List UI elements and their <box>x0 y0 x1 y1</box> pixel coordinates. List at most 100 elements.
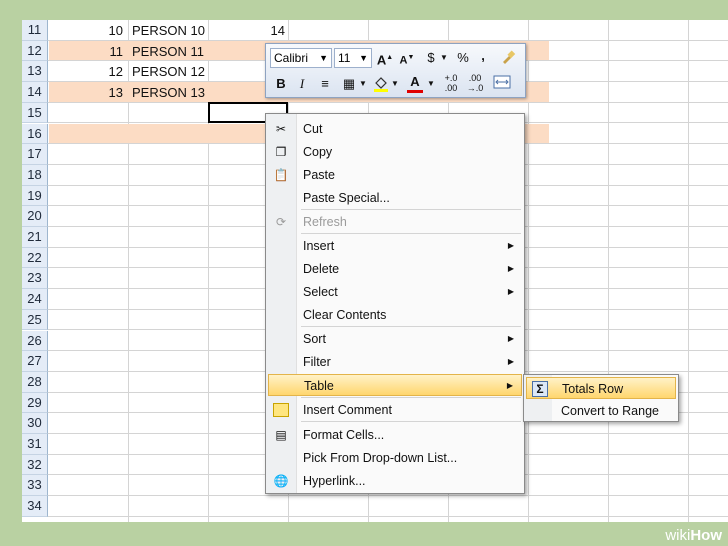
decrease-decimal-icon[interactable]: .00 →.0 <box>464 73 486 93</box>
row-header[interactable]: 18 <box>22 164 48 186</box>
font-size-dropdown[interactable]: 11 ▼ <box>334 48 372 68</box>
menu-item-select[interactable]: Select ▶ <box>268 281 522 303</box>
menu-item-clear-contents[interactable]: Clear Contents <box>268 304 522 326</box>
row-header[interactable]: 33 <box>22 475 48 497</box>
increase-decimal-icon[interactable]: +.0.00 <box>440 73 462 93</box>
brand-how: How <box>690 527 722 544</box>
chevron-down-icon[interactable]: ▼ <box>358 75 368 93</box>
fill-color-icon[interactable] <box>372 75 390 98</box>
menu-item-label: Insert <box>303 239 335 253</box>
menu-item-refresh: ⟳ Refresh <box>268 211 522 233</box>
menu-item-label: Select <box>303 285 338 299</box>
menu-item-label: Totals Row <box>562 382 624 396</box>
menu-item-pick-list[interactable]: Pick From Drop-down List... <box>268 447 522 469</box>
cell-b[interactable]: PERSON 13 <box>132 82 224 103</box>
row-header[interactable]: 27 <box>22 351 48 372</box>
percent-button[interactable]: % <box>454 49 472 67</box>
menu-item-table[interactable]: Table ▶ <box>268 374 522 396</box>
row-header[interactable]: 17 <box>22 144 48 165</box>
chevron-down-icon[interactable]: ▼ <box>438 49 450 67</box>
row-header[interactable]: 19 <box>22 185 48 207</box>
submenu-arrow-icon: ▶ <box>506 381 513 390</box>
cell-b[interactable]: PERSON 11 <box>132 41 224 62</box>
menu-item-insert[interactable]: Insert ▶ <box>268 235 522 257</box>
bold-button[interactable]: B <box>272 75 290 93</box>
menu-item-label: Convert to Range <box>561 404 659 418</box>
chevron-down-icon[interactable]: ▼ <box>426 75 436 93</box>
row-header[interactable]: 23 <box>22 268 48 290</box>
row-header[interactable]: 20 <box>22 206 48 227</box>
grow-font-icon[interactable]: A▲ <box>376 49 394 69</box>
menu-item-paste[interactable]: 📋 Paste <box>268 164 522 186</box>
cell-a[interactable]: 10 <box>48 20 123 41</box>
row-header[interactable]: 11 <box>22 20 48 41</box>
row-header[interactable]: 12 <box>22 40 48 62</box>
chevron-down-icon: ▼ <box>319 53 328 63</box>
row-header[interactable]: 31 <box>22 434 48 455</box>
menu-item-cut[interactable]: ✂ Cut <box>268 118 522 140</box>
submenu-arrow-icon: ▶ <box>507 241 514 250</box>
cell-c[interactable]: 14 <box>208 20 285 41</box>
row-header[interactable]: 24 <box>22 289 48 310</box>
hyperlink-globe-icon: 🌐 <box>273 474 289 488</box>
shrink-font-icon[interactable]: A▼ <box>398 49 416 70</box>
row-header[interactable]: 22 <box>22 247 48 269</box>
font-color-icon[interactable]: A <box>406 73 424 93</box>
italic-button[interactable]: I <box>294 75 310 93</box>
menu-divider <box>301 209 521 210</box>
menu-item-label: Table <box>304 379 334 393</box>
menu-item-hyperlink[interactable]: 🌐 Hyperlink... <box>268 470 522 492</box>
clipboard-icon: 📋 <box>273 168 289 182</box>
context-menu: ✂ Cut ❐ Copy 📋 Paste Paste Special... ⟳ Refr… <box>265 113 525 494</box>
cell-b[interactable]: PERSON 12 <box>132 61 224 82</box>
borders-icon[interactable]: ▦ <box>340 75 358 93</box>
cell-a[interactable]: 13 <box>48 82 123 103</box>
menu-item-label: Paste Special... <box>303 191 390 205</box>
row-header[interactable]: 29 <box>22 392 48 414</box>
comma-button[interactable]: , <box>476 47 490 65</box>
merge-center-icon[interactable] <box>492 75 512 94</box>
center-align-icon[interactable]: ≡ <box>316 75 334 93</box>
row-header[interactable]: 14 <box>22 82 48 103</box>
row-header[interactable]: 34 <box>22 496 48 517</box>
menu-item-label: Delete <box>303 262 340 276</box>
format-painter-icon[interactable] <box>498 49 518 70</box>
menu-item-insert-comment[interactable]: Insert Comment <box>268 399 522 421</box>
row-header[interactable]: 21 <box>22 227 48 248</box>
menu-item-paste-special[interactable]: Paste Special... <box>268 187 522 209</box>
menu-item-totals-row[interactable]: Σ Totals Row <box>526 377 676 399</box>
table-row: 34 <box>22 496 728 517</box>
menu-item-copy[interactable]: ❐ Copy <box>268 141 522 163</box>
row-header[interactable]: 25 <box>22 309 48 331</box>
chevron-down-icon[interactable]: ▼ <box>390 75 400 93</box>
menu-item-label: Copy <box>303 145 333 159</box>
menu-item-label: Sort <box>303 332 326 346</box>
row-header[interactable]: 13 <box>22 61 48 83</box>
cell-a[interactable]: 12 <box>48 61 123 82</box>
sigma-icon: Σ <box>532 381 548 397</box>
menu-item-convert-range[interactable]: Convert to Range <box>526 400 676 422</box>
row-header[interactable]: 32 <box>22 454 48 476</box>
menu-item-format-cells[interactable]: ▤ Format Cells... <box>268 424 522 446</box>
row-header[interactable]: 15 <box>22 102 48 124</box>
font-name-value: Calibri <box>274 51 309 65</box>
row-header[interactable]: 16 <box>22 123 48 145</box>
wikihow-logo: wikiHow <box>665 527 722 544</box>
row-header[interactable]: 26 <box>22 330 48 352</box>
submenu-arrow-icon: ▶ <box>507 357 514 366</box>
menu-item-label: Format Cells... <box>303 428 385 442</box>
row-header[interactable]: 28 <box>22 371 48 393</box>
menu-item-sort[interactable]: Sort ▶ <box>268 328 522 350</box>
row-header[interactable]: 30 <box>22 413 48 434</box>
menu-item-label: Filter <box>303 355 331 369</box>
font-name-dropdown[interactable]: Calibri ▼ <box>270 48 332 68</box>
copy-icon: ❐ <box>275 145 287 159</box>
menu-item-label: Hyperlink... <box>303 474 366 488</box>
mini-toolbar: Calibri ▼ 11 ▼ A▲ A▼ $ ▼ % , B I ≡ ▦ ▼ ▼ A… <box>265 43 526 98</box>
menu-item-filter[interactable]: Filter ▶ <box>268 351 522 373</box>
menu-divider <box>301 397 521 398</box>
font-size-value: 11 <box>338 51 351 65</box>
cell-a[interactable]: 11 <box>48 41 124 62</box>
menu-item-delete[interactable]: Delete ▶ <box>268 258 522 280</box>
submenu-arrow-icon: ▶ <box>507 287 514 296</box>
